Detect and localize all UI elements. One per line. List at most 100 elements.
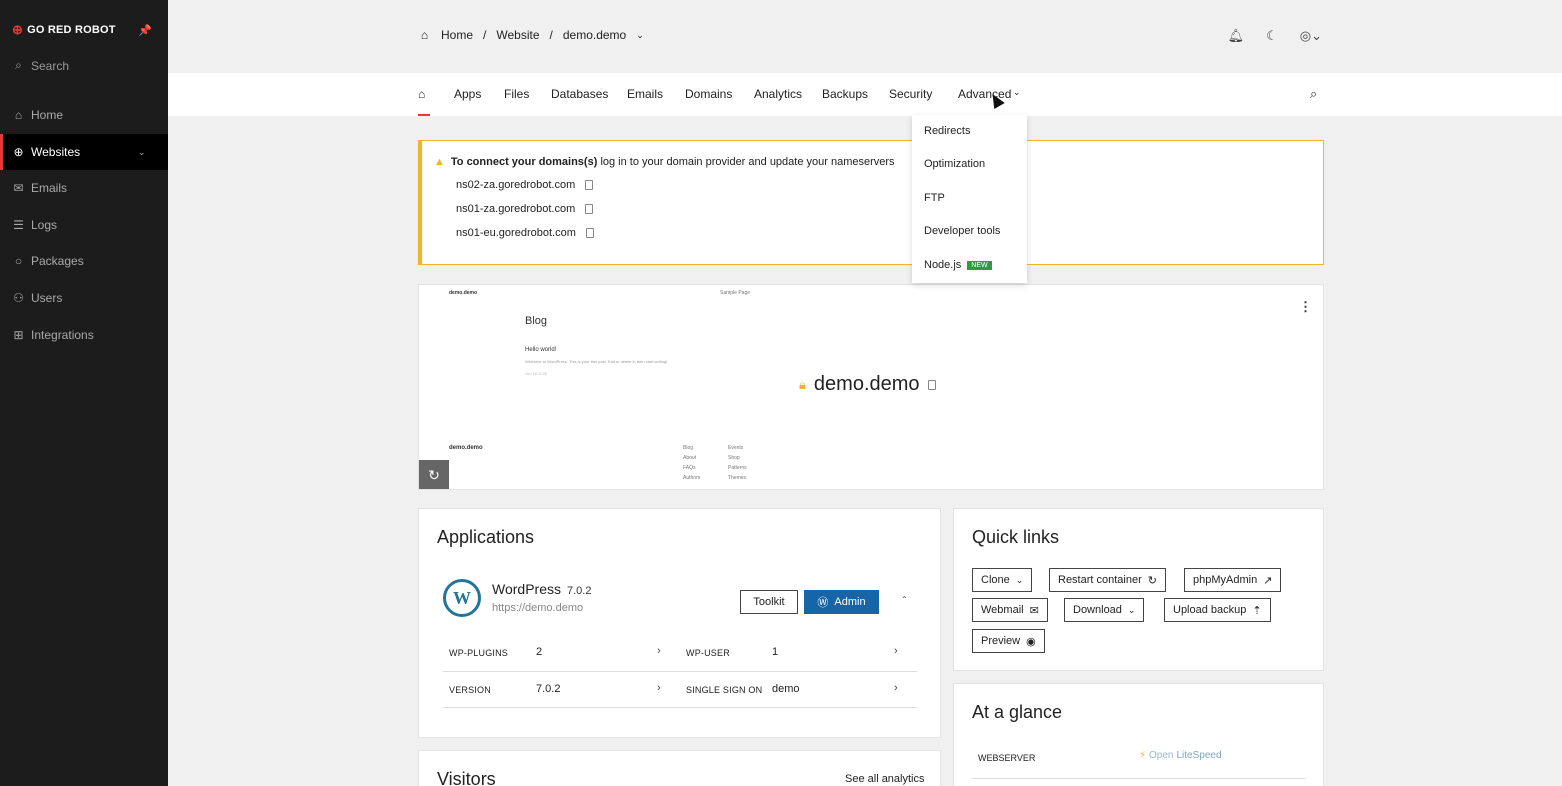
tab-advanced[interactable]: Advanced <box>958 87 1011 101</box>
upload-backup-label: Upload backup <box>1173 604 1247 616</box>
copy-icon[interactable] <box>927 379 936 390</box>
sidebar-item-home[interactable]: ⌂ Home <box>0 97 168 133</box>
divider <box>443 671 917 672</box>
chevron-right-icon[interactable]: › <box>657 682 661 694</box>
row-key: VERSION <box>449 685 491 695</box>
clone-button[interactable]: Clone ⌄ <box>972 568 1033 592</box>
breadcrumb: ⌂ Home / Website / demo.demo ⌄ <box>418 28 644 42</box>
tab-security[interactable]: Security <box>889 87 932 101</box>
tab-emails[interactable]: Emails <box>627 87 663 101</box>
bell-icon[interactable]: 🔔︎ <box>1228 28 1245 44</box>
webmail-button[interactable]: Webmail ✉ <box>972 598 1048 622</box>
toolkit-button[interactable]: Toolkit <box>740 590 798 614</box>
chevron-right-icon[interactable]: › <box>894 682 898 694</box>
globe-icon: ⊕ <box>13 145 24 159</box>
sidebar-item-logs[interactable]: ☰ Logs <box>0 207 168 243</box>
active-tab-indicator <box>418 114 430 116</box>
row-value: 2 <box>536 646 543 658</box>
at-a-glance-card: At a glance WEBSERVER ⚡︎ Open LiteSpeed <box>953 683 1324 786</box>
upload-backup-button[interactable]: Upload backup ⇡ <box>1164 598 1271 622</box>
admin-button-label: Admin <box>834 596 866 608</box>
sidebar-item-label: Emails <box>31 181 68 195</box>
divider <box>972 778 1306 779</box>
sidebar-item-emails[interactable]: ✉ Emails <box>0 170 168 206</box>
site-preview[interactable]: demo.demo Sample Page Blog Hello world! … <box>418 284 1324 490</box>
copy-icon[interactable] <box>585 228 594 238</box>
admin-button[interactable]: Ⓦ Admin <box>804 590 879 614</box>
copy-icon[interactable] <box>585 180 594 190</box>
preview-sample-page: Sample Page <box>720 290 751 296</box>
row-key: SINGLE SIGN ON <box>686 685 763 695</box>
download-button[interactable]: Download ⌄ <box>1064 598 1145 622</box>
refresh-button[interactable]: ↻ <box>419 460 449 489</box>
preview-footer-link: Patterns <box>728 465 747 471</box>
brand-logo[interactable]: ⊕ GO RED ROBOT <box>12 22 116 38</box>
tab-analytics[interactable]: Analytics <box>754 87 802 101</box>
package-icon: ○ <box>14 254 23 268</box>
menu-item-developer-tools[interactable]: Developer tools <box>924 225 1000 237</box>
quick-links-title: Quick links <box>972 527 1060 547</box>
chevron-right-icon[interactable]: › <box>894 645 898 657</box>
restart-container-label: Restart container <box>1058 574 1142 586</box>
sidebar-item-label: Websites <box>31 145 81 159</box>
chevron-down-icon: ⌄ <box>1013 87 1021 97</box>
chevron-right-icon[interactable]: › <box>657 645 661 657</box>
tab-databases[interactable]: Databases <box>551 87 608 101</box>
nameserver-value: ns01-za.goredrobot.com <box>456 203 576 215</box>
sidebar-item-websites[interactable]: ⊕ Websites ⌄ <box>0 134 168 170</box>
tab-apps[interactable]: Apps <box>454 87 481 101</box>
app-name-text: WordPress <box>492 581 561 597</box>
external-link-icon: ↗ <box>1263 574 1273 587</box>
sidebar-search-label: Search <box>31 58 70 73</box>
moon-icon[interactable]: ☾ <box>1266 28 1278 44</box>
top-header: ⌂ Home / Website / demo.demo ⌄ 🔔︎ ☾ ◎⌄ <box>168 0 1562 73</box>
new-badge: NEW <box>967 260 992 270</box>
nameserver-alert: ▲ To connect your domains(s) log in to y… <box>418 140 1324 265</box>
preview-footer-link: Themes <box>728 475 747 481</box>
sidebar-item-label: Integrations <box>31 328 94 342</box>
menu-item-optimization[interactable]: Optimization <box>924 158 985 170</box>
pin-icon[interactable]: 📌 <box>138 24 152 37</box>
chevron-down-icon[interactable]: ⌄ <box>636 30 644 41</box>
phpmyadmin-button[interactable]: phpMyAdmin ↗ <box>1184 568 1282 592</box>
warning-icon: ▲ <box>434 156 445 168</box>
applications-card: Applications W WordPress 7.0.2 https://de… <box>418 508 941 738</box>
tab-bar: ⌂ Apps Files Databases Emails Domains An… <box>168 73 1562 116</box>
menu-item-ftp[interactable]: FTP <box>924 192 945 204</box>
chevron-down-icon: ⌄ <box>1127 604 1136 615</box>
account-icon[interactable]: ◎⌄ <box>1300 28 1322 44</box>
preview-post-excerpt: Welcome to WordPress. This is your first… <box>525 359 668 364</box>
preview-button[interactable]: Preview ◉ <box>972 629 1045 653</box>
copy-icon[interactable] <box>585 204 594 214</box>
chevron-up-icon[interactable]: ⌃ <box>901 595 908 604</box>
sidebar-item-integrations[interactable]: ⊞ Integrations <box>0 317 168 353</box>
sidebar-search[interactable]: ⌕ Search <box>12 58 69 73</box>
robot-icon: ⊕ <box>12 22 24 37</box>
tab-home-icon[interactable]: ⌂ <box>418 87 425 101</box>
sidebar-item-label: Home <box>31 108 64 122</box>
home-icon: ⌂ <box>420 28 429 42</box>
home-icon: ⌂ <box>14 108 23 122</box>
app-version: 7.0.2 <box>566 585 592 597</box>
upload-icon: ⇡ <box>1252 604 1262 617</box>
sidebar-item-packages[interactable]: ○ Packages <box>0 243 168 279</box>
breadcrumb-current[interactable]: demo.demo <box>563 28 626 42</box>
openlitespeed-logo: ⚡︎ Open LiteSpeed <box>1139 750 1222 761</box>
alert-title: ▲ To connect your domains(s) log in to y… <box>434 156 895 168</box>
see-all-analytics-link[interactable]: See all analytics <box>845 773 925 785</box>
breadcrumb-home[interactable]: Home <box>441 28 473 42</box>
breadcrumb-website[interactable]: Website <box>496 28 539 42</box>
app-url[interactable]: https://demo.demo <box>492 602 583 614</box>
menu-item-nodejs[interactable]: Node.js NEW <box>924 259 992 271</box>
tab-files[interactable]: Files <box>504 87 529 101</box>
wordpress-icon: Ⓦ <box>817 597 829 609</box>
kebab-menu-icon[interactable]: ⋮ <box>1299 299 1312 315</box>
search-icon: ⌕ <box>15 58 22 72</box>
menu-item-redirects[interactable]: Redirects <box>924 125 970 137</box>
sidebar-item-users[interactable]: ⚇ Users <box>0 280 168 316</box>
search-icon[interactable]: ⌕ <box>1310 86 1317 102</box>
restart-container-button[interactable]: Restart container ↻ <box>1049 568 1166 592</box>
sidebar-item-label: Users <box>31 291 63 305</box>
tab-backups[interactable]: Backups <box>822 87 868 101</box>
tab-domains[interactable]: Domains <box>685 87 732 101</box>
